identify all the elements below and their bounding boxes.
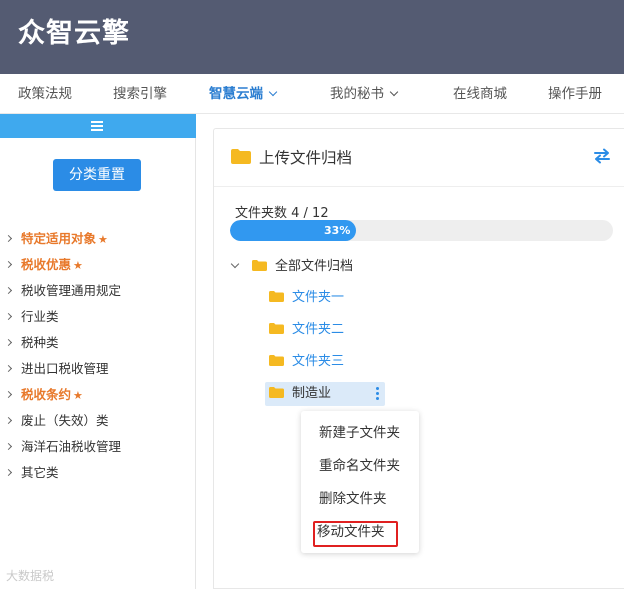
- tree-node-folder-selected[interactable]: 制造业: [265, 382, 385, 406]
- chevron-down-icon[interactable]: [230, 259, 240, 269]
- category-item[interactable]: 废止（失效）类: [0, 408, 196, 434]
- chevron-right-icon: [4, 390, 13, 399]
- progress-fill: 33%: [230, 220, 357, 241]
- chevron-down-icon: [389, 87, 399, 97]
- category-item[interactable]: 行业类: [0, 304, 196, 330]
- nav-item-policy[interactable]: 政策法规: [18, 74, 72, 114]
- folder-icon: [252, 260, 267, 271]
- chevron-right-icon: [4, 338, 13, 347]
- chevron-right-icon: [4, 416, 13, 425]
- folder-icon: [269, 355, 284, 366]
- nav-item-smart-cloud[interactable]: 智慧云端: [209, 74, 278, 114]
- archive-panel: 上传文件归档 文件夹数 4 / 12 33% 全部文件归档 文件夹一 文件夹二 …: [213, 128, 624, 589]
- sidebar: 分类重置 特定适用对象 ★ 税收优惠 ★ 税收管理通用规定 行业类 税种类 进出口税…: [0, 114, 196, 589]
- nav-item-search-engine[interactable]: 搜索引擎: [113, 74, 167, 114]
- folder-icon: [231, 149, 251, 164]
- folder-icon: [269, 387, 284, 398]
- nav-item-online-store[interactable]: 在线商城: [453, 74, 507, 114]
- tree-root[interactable]: 全部文件归档: [230, 256, 353, 278]
- chevron-right-icon: [4, 312, 13, 321]
- chevron-down-icon: [268, 87, 278, 97]
- menu-item-new-subfolder[interactable]: 新建子文件夹: [319, 423, 400, 443]
- top-header: 众智云擎: [0, 0, 624, 74]
- category-item[interactable]: 进出口税收管理: [0, 356, 196, 382]
- category-reset-button[interactable]: 分类重置: [53, 159, 141, 191]
- category-item[interactable]: 海洋石油税收管理: [0, 434, 196, 460]
- star-icon: ★: [73, 259, 83, 272]
- category-item[interactable]: 税种类: [0, 330, 196, 356]
- chevron-right-icon: [4, 442, 13, 451]
- folder-context-menu: 新建子文件夹 重命名文件夹 删除文件夹 移动文件夹: [301, 411, 419, 553]
- folder-count-label: 文件夹数 4 / 12: [235, 206, 329, 221]
- highlight-box: [313, 521, 398, 547]
- category-item[interactable]: 特定适用对象 ★: [0, 226, 196, 252]
- tree-node-folder[interactable]: 文件夹三: [269, 350, 344, 374]
- chevron-right-icon: [4, 364, 13, 373]
- folder-quota-progress-bar: 33%: [230, 220, 613, 241]
- chevron-right-icon: [4, 286, 13, 295]
- panel-title: 上传文件归档: [259, 149, 353, 167]
- chevron-right-icon: [4, 468, 13, 477]
- chevron-right-icon: [4, 260, 13, 269]
- category-item[interactable]: 其它类: [0, 460, 196, 486]
- chevron-right-icon: [4, 234, 13, 243]
- star-icon: ★: [98, 233, 108, 246]
- category-item[interactable]: 税收管理通用规定: [0, 278, 196, 304]
- app-logo[interactable]: 众智云擎: [18, 14, 130, 54]
- menu-toggle-bar[interactable]: [0, 114, 196, 138]
- menu-item-delete-folder[interactable]: 删除文件夹: [319, 489, 387, 509]
- more-options-icon[interactable]: [376, 387, 379, 402]
- watermark: 大数据税: [6, 569, 55, 583]
- panel-header: 上传文件归档: [214, 129, 624, 187]
- category-item[interactable]: 税收条约 ★: [0, 382, 196, 408]
- category-list: 特定适用对象 ★ 税收优惠 ★ 税收管理通用规定 行业类 税种类 进出口税收管理 税…: [0, 226, 196, 486]
- menu-item-rename-folder[interactable]: 重命名文件夹: [319, 456, 400, 476]
- main-nav: 政策法规 搜索引擎 智慧云端 我的秘书 在线商城 操作手册: [0, 74, 624, 114]
- tree-node-folder[interactable]: 文件夹二: [269, 318, 344, 342]
- swap-arrows-icon[interactable]: [592, 148, 612, 164]
- star-icon: ★: [73, 389, 83, 402]
- nav-item-manual[interactable]: 操作手册: [548, 74, 602, 114]
- folder-icon: [269, 323, 284, 334]
- nav-item-my-secretary[interactable]: 我的秘书: [330, 74, 399, 114]
- folder-icon: [269, 291, 284, 302]
- hamburger-icon[interactable]: [91, 121, 103, 131]
- category-item[interactable]: 税收优惠 ★: [0, 252, 196, 278]
- tree-node-folder[interactable]: 文件夹一: [269, 286, 344, 310]
